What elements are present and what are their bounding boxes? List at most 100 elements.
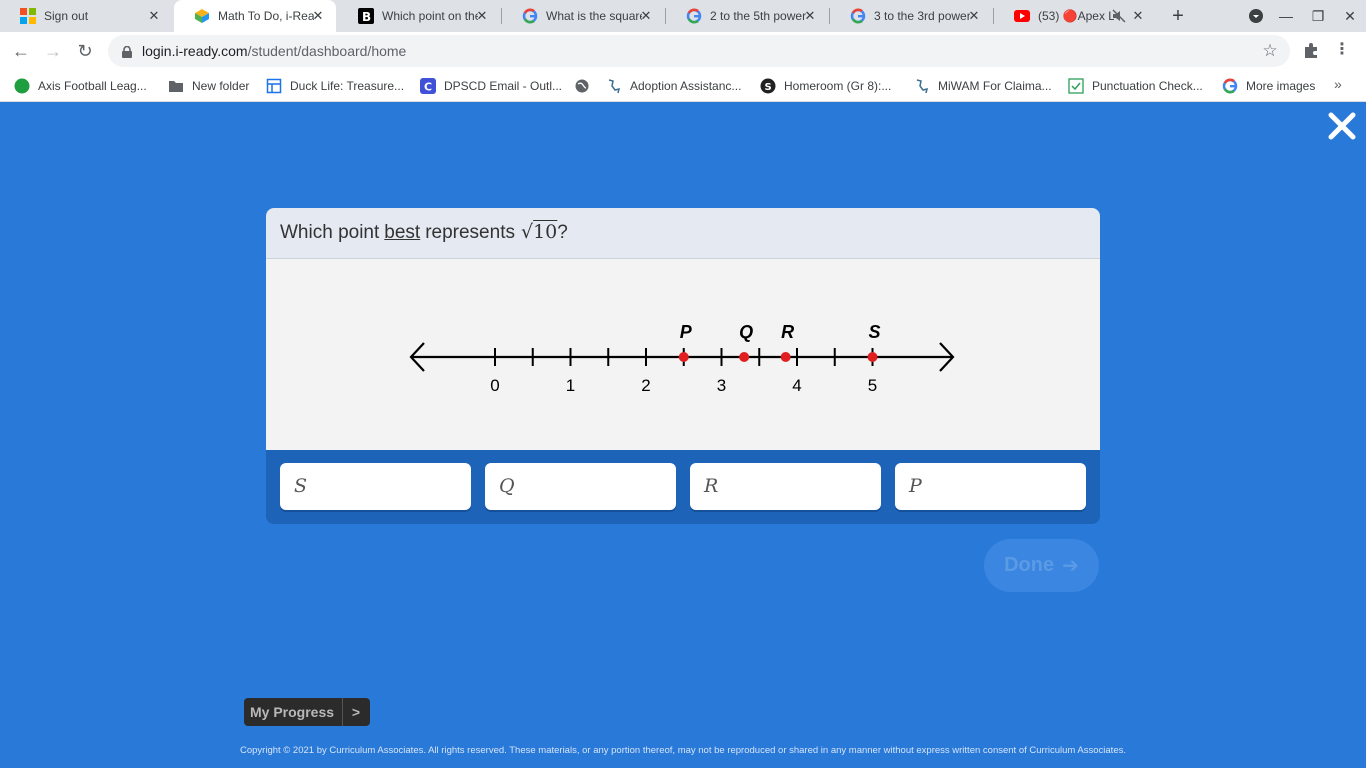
answer-choice-r[interactable]: R: [690, 463, 881, 510]
tab-title: Math To Do, i-Ready: [218, 9, 314, 23]
back-arrow-icon[interactable]: ←: [10, 40, 32, 62]
new-tab-icon[interactable]: +: [1168, 6, 1188, 26]
bookmarks-overflow-chevron-icon[interactable]: »: [1334, 76, 1342, 92]
point-q-label: Q: [739, 322, 753, 342]
check-icon: [1068, 78, 1084, 94]
question-mark: ?: [557, 222, 568, 243]
address-bar[interactable]: login.i-ready.com/student/dashboard/home…: [108, 35, 1290, 67]
close-tab-icon[interactable]: ✕: [966, 8, 982, 24]
folder-icon: [168, 78, 184, 94]
bookmark-label: More images: [1246, 79, 1316, 93]
answer-label: Q: [499, 475, 515, 497]
google-icon: [1222, 78, 1238, 94]
minimize-icon[interactable]: —: [1276, 6, 1296, 26]
bookmark-more-images[interactable]: More images: [1222, 76, 1315, 96]
c-icon: C: [420, 78, 436, 94]
bookmark-label: Adoption Assistanc...: [630, 79, 742, 93]
youtube-icon: [1014, 8, 1030, 24]
question-text: Which point: [280, 222, 380, 243]
tab-iready[interactable]: Math To Do, i-Ready ✕: [174, 0, 336, 32]
bookmark-label: Axis Football Leag...: [38, 79, 147, 93]
close-window-icon[interactable]: ✕: [1340, 6, 1360, 26]
bookmark-duck-life[interactable]: Duck Life: Treasure...: [266, 76, 404, 96]
bookmark-label: Duck Life: Treasure...: [290, 79, 405, 93]
svg-text:C: C: [424, 81, 432, 94]
tab-title: 2 to the 5th power: [710, 9, 806, 23]
tab-google-square[interactable]: What is the square ✕: [502, 0, 664, 32]
extensions-puzzle-icon[interactable]: [1302, 40, 1322, 60]
tab-sign-out[interactable]: Sign out ✕: [0, 0, 172, 32]
answer-choice-q[interactable]: Q: [485, 463, 676, 510]
tick-label: 0: [490, 376, 499, 394]
browser-toolbar: ← → ↻ login.i-ready.com/student/dashboar…: [0, 32, 1366, 70]
google-icon: [850, 8, 866, 24]
bookmark-dpscd-email[interactable]: C DPSCD Email - Outl...: [420, 76, 562, 96]
answer-choice-p[interactable]: P: [895, 463, 1086, 510]
tick-label: 5: [868, 376, 877, 394]
bookmark-adoption[interactable]: Adoption Assistanc...: [606, 76, 741, 96]
tab-google-power[interactable]: 2 to the 5th power ✕: [666, 0, 828, 32]
question-emphasis: best: [384, 222, 421, 243]
tick-label: 1: [566, 376, 575, 394]
tab-title: Sign out: [44, 9, 89, 23]
number-line: 0 1 2 3 4 5 P Q R S: [409, 322, 955, 394]
close-tab-icon[interactable]: ✕: [146, 8, 162, 24]
close-tab-icon[interactable]: ✕: [802, 8, 818, 24]
bookmark-globe[interactable]: [574, 76, 598, 96]
tab-title: Which point on the: [382, 9, 478, 23]
reload-icon[interactable]: ↻: [74, 40, 96, 62]
arrow-right-icon: ➔: [1062, 555, 1079, 577]
my-progress-button[interactable]: My Progress >: [244, 698, 370, 726]
question-body: 0 1 2 3 4 5 P Q R S: [266, 259, 1100, 450]
answer-label: R: [704, 475, 719, 497]
bookmark-label: DPSCD Email - Outl...: [444, 79, 563, 93]
close-tab-icon[interactable]: ✕: [310, 8, 326, 24]
point-s-label: S: [868, 322, 880, 342]
brainly-icon: B: [358, 8, 374, 24]
svg-text:S: S: [765, 82, 772, 93]
close-tab-icon[interactable]: ✕: [474, 8, 490, 24]
point-r-label: R: [781, 322, 794, 342]
restore-icon[interactable]: ❐: [1308, 6, 1328, 26]
question-header: Which point best represents √ 10 ?: [266, 208, 1100, 259]
copyright-notice: Copyright © 2021 by Curriculum Associate…: [240, 745, 1126, 756]
bookmark-new-folder[interactable]: New folder: [168, 76, 249, 96]
tab-youtube[interactable]: (53) 🔴Apex L ✕: [994, 0, 1156, 32]
answer-choice-s[interactable]: S: [280, 463, 471, 510]
radicand: 10: [533, 221, 558, 243]
green-circle-icon: [14, 78, 30, 94]
point-p-label: P: [680, 322, 693, 342]
bookmark-star-icon[interactable]: ☆: [1260, 41, 1280, 61]
google-icon: [686, 8, 702, 24]
tab-google-cube[interactable]: 3 to the 3rd power ✕: [830, 0, 992, 32]
forward-arrow-icon[interactable]: →: [42, 40, 64, 62]
bookmark-label: Punctuation Check...: [1092, 79, 1203, 93]
bookmark-axis-football[interactable]: Axis Football Leag...: [14, 76, 147, 96]
url-text: login.i-ready.com/student/dashboard/home: [142, 43, 407, 59]
close-tab-icon[interactable]: ✕: [638, 8, 654, 24]
muted-speaker-icon[interactable]: [1112, 9, 1126, 23]
michigan-icon: [914, 78, 930, 94]
tab-search-icon[interactable]: [1246, 6, 1266, 26]
bookmark-homeroom[interactable]: S Homeroom (Gr 8):...: [760, 76, 891, 96]
s-icon: S: [760, 78, 776, 94]
question-text: represents: [425, 222, 515, 243]
tab-strip: Sign out ✕ Math To Do, i-Ready ✕ B Which…: [0, 0, 1366, 32]
tab-title: (53) 🔴Apex L: [1038, 9, 1114, 23]
chevron-right-icon: >: [351, 704, 361, 720]
kebab-menu-icon[interactable]: ⋮: [1334, 40, 1350, 60]
answer-label: P: [909, 475, 922, 497]
tick-label: 3: [717, 376, 726, 394]
point-p-dot: [678, 352, 689, 362]
bookmark-punctuation[interactable]: Punctuation Check...: [1068, 76, 1203, 96]
close-lesson-icon[interactable]: [1326, 110, 1358, 142]
done-button[interactable]: Done ➔: [984, 539, 1099, 592]
tab-brainly[interactable]: B Which point on the ✕: [338, 0, 500, 32]
tab-title: What is the square: [546, 9, 642, 23]
close-tab-icon[interactable]: ✕: [1130, 8, 1146, 24]
page-icon: [266, 78, 282, 94]
bookmark-miwam[interactable]: MiWAM For Claima...: [914, 76, 1052, 96]
tick-label: 2: [641, 376, 650, 394]
tick-label: 4: [792, 376, 801, 394]
my-progress-label: My Progress: [250, 704, 335, 720]
